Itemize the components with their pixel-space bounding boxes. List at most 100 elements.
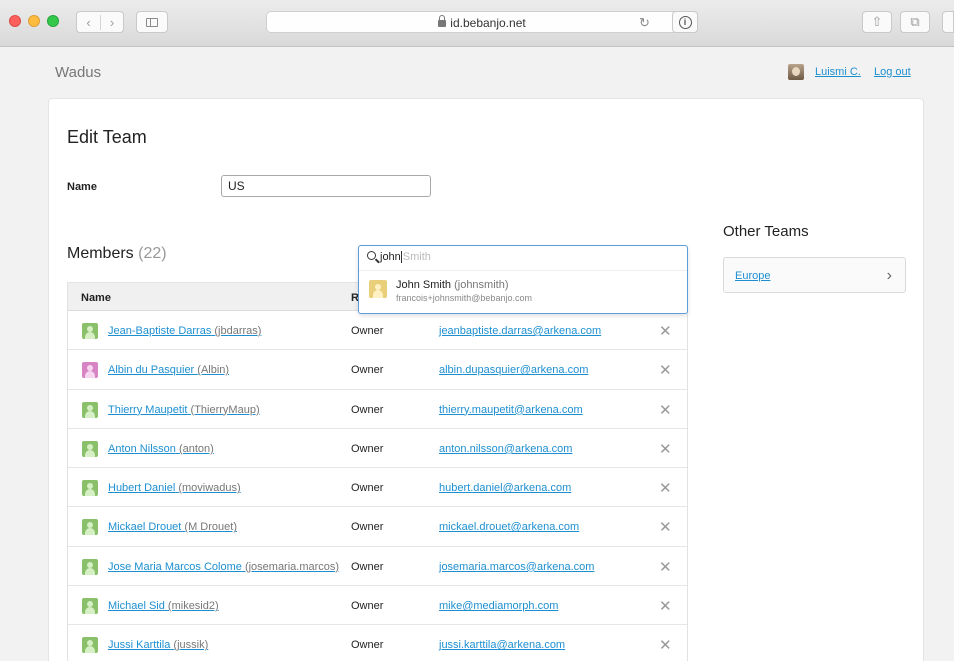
member-name-link[interactable]: Jussi Karttila (jussik) xyxy=(108,639,208,651)
member-handle: (mikesid2) xyxy=(167,600,219,613)
member-handle: (ThierryMaup) xyxy=(190,403,260,416)
member-avatar xyxy=(82,323,98,339)
member-avatar xyxy=(82,480,98,497)
password-button[interactable]: i xyxy=(672,11,698,33)
table-row: Michael Sid (mikesid2) Owner mike@mediamor… xyxy=(68,586,687,626)
address-bar[interactable]: id.bebanjo.net ↻ xyxy=(266,11,698,33)
member-name-link[interactable]: Thierry Maupetit (ThierryMaup) xyxy=(108,404,260,416)
other-teams-heading: Other Teams xyxy=(723,223,809,240)
member-role: Owner xyxy=(351,560,384,573)
member-name-link[interactable]: Jose Maria Marcos Colome (josemaria.marc… xyxy=(108,561,339,573)
new-tab-button[interactable] xyxy=(942,11,954,33)
member-email-link[interactable]: thierry.maupetit@arkena.com xyxy=(439,404,583,416)
member-avatar xyxy=(82,362,98,379)
address-url: id.bebanjo.net xyxy=(267,15,697,30)
sidebar-toggle-button[interactable] xyxy=(136,11,168,33)
share-button[interactable]: ⇧ xyxy=(862,11,892,33)
member-role: Owner xyxy=(351,521,384,534)
member-role: Owner xyxy=(351,403,384,416)
member-name: Anton Nilsson xyxy=(108,442,176,455)
member-email-link[interactable]: jussi.karttila@arkena.com xyxy=(439,639,565,651)
member-name: Mickael Drouet xyxy=(108,521,182,534)
zoom-window-button[interactable] xyxy=(47,15,59,27)
member-email-link[interactable]: mike@mediamorph.com xyxy=(439,600,558,612)
close-window-button[interactable] xyxy=(9,15,21,27)
member-email-link[interactable]: anton.nilsson@arkena.com xyxy=(439,443,572,455)
team-link-europe[interactable]: Europe xyxy=(735,270,770,282)
page: Wadus Luismi C. Log out Edit Team Name M… xyxy=(0,48,954,661)
show-tabs-button[interactable]: ⧉ xyxy=(900,11,930,33)
info-icon: i xyxy=(678,15,692,29)
member-role: Owner xyxy=(351,325,384,337)
search-typed-text: john xyxy=(380,251,401,263)
team-name-input[interactable] xyxy=(221,175,431,197)
members-heading: Members (22) xyxy=(67,245,167,263)
member-avatar xyxy=(82,558,98,575)
page-title: Edit Team xyxy=(67,127,147,147)
member-role: Owner xyxy=(351,639,384,652)
suggestion-name-text: John Smith xyxy=(396,279,452,291)
member-name: Albin du Pasquier xyxy=(108,364,195,377)
remove-member-icon[interactable]: ✕ xyxy=(659,636,672,654)
member-role: Owner xyxy=(351,364,384,377)
name-label: Name xyxy=(67,181,97,193)
remove-member-icon[interactable]: ✕ xyxy=(659,597,672,615)
table-row: Thierry Maupetit (ThierryMaup) Owner thier… xyxy=(68,389,687,429)
team-item-europe[interactable]: Europe › xyxy=(723,257,906,293)
table-row: Albin du Pasquier (Albin) Owner albin.dupa… xyxy=(68,350,687,390)
table-row: Mickael Drouet (M Drouet) Owner mickael.dr… xyxy=(68,507,687,547)
remove-member-icon[interactable]: ✕ xyxy=(659,440,672,458)
browser-toolbar: ‹ › id.bebanjo.net ↻ i ⇧ ⧉ xyxy=(0,0,954,47)
search-icon xyxy=(367,251,376,260)
suggestion-avatar xyxy=(369,280,387,298)
member-avatar xyxy=(82,440,98,457)
remove-member-icon[interactable]: ✕ xyxy=(659,322,672,340)
user-profile-link[interactable]: Luismi C. xyxy=(815,66,861,78)
members-table: Name R Jean-Baptiste Darras (jbdarras) Ow… xyxy=(67,282,688,661)
member-email-link[interactable]: josemaria.marcos@arkena.com xyxy=(439,561,594,573)
member-email-link[interactable]: jeanbaptiste.darras@arkena.com xyxy=(439,325,601,337)
member-search-input[interactable]: john Smith xyxy=(359,246,687,268)
member-handle: (M Drouet) xyxy=(184,521,237,534)
remove-member-icon[interactable]: ✕ xyxy=(659,558,672,576)
member-name-link[interactable]: Hubert Daniel (moviwadus) xyxy=(108,482,241,494)
member-email-link[interactable]: hubert.daniel@arkena.com xyxy=(439,482,571,494)
member-handle: (jbdarras) xyxy=(214,325,262,337)
suggestion-email: francois+johnsmith@bebanjo.com xyxy=(396,293,532,303)
remove-member-icon[interactable]: ✕ xyxy=(659,479,672,497)
member-email-link[interactable]: albin.dupasquier@arkena.com xyxy=(439,364,588,376)
member-email-link[interactable]: mickael.drouet@arkena.com xyxy=(439,521,579,533)
history-nav: ‹ › xyxy=(76,11,124,33)
reload-icon[interactable]: ↻ xyxy=(639,15,650,31)
forward-button[interactable]: › xyxy=(99,14,123,30)
member-role: Owner xyxy=(351,442,384,455)
member-name-link[interactable]: Michael Sid (mikesid2) xyxy=(108,600,219,612)
member-avatar xyxy=(82,598,98,615)
back-button[interactable]: ‹ xyxy=(77,15,100,30)
suggestion-name: John Smith (johnsmith) xyxy=(396,279,509,291)
table-row: Jean-Baptiste Darras (jbdarras) Owner jean… xyxy=(68,311,687,351)
search-suggestion[interactable]: John Smith (johnsmith) francois+johnsmit… xyxy=(359,270,687,312)
logout-link[interactable]: Log out xyxy=(874,66,911,78)
minimize-window-button[interactable] xyxy=(28,15,40,27)
remove-member-icon[interactable]: ✕ xyxy=(659,401,672,419)
table-row: Jussi Karttila (jussik) Owner jussi.kartti… xyxy=(68,625,687,661)
member-handle: (jussik) xyxy=(173,639,209,652)
member-name: Jose Maria Marcos Colome xyxy=(108,560,242,573)
suggestion-handle: (johnsmith) xyxy=(454,279,509,291)
member-avatar xyxy=(82,637,98,654)
members-title: Members xyxy=(67,245,134,262)
member-name-link[interactable]: Anton Nilsson (anton) xyxy=(108,443,214,455)
member-name: Jussi Karttila xyxy=(108,639,171,652)
member-role: Owner xyxy=(351,482,384,495)
sidebar-icon xyxy=(146,17,158,27)
url-text: id.bebanjo.net xyxy=(450,16,526,30)
remove-member-icon[interactable]: ✕ xyxy=(659,518,672,536)
member-name: Hubert Daniel xyxy=(108,482,176,495)
remove-member-icon[interactable]: ✕ xyxy=(659,361,672,379)
members-rows: Jean-Baptiste Darras (jbdarras) Owner jean… xyxy=(68,311,687,661)
member-name-link[interactable]: Albin du Pasquier (Albin) xyxy=(108,364,229,376)
member-name-link[interactable]: Jean-Baptiste Darras (jbdarras) xyxy=(108,325,261,337)
table-row: Jose Maria Marcos Colome (josemaria.marc… xyxy=(68,546,687,587)
member-name-link[interactable]: Mickael Drouet (M Drouet) xyxy=(108,521,237,533)
